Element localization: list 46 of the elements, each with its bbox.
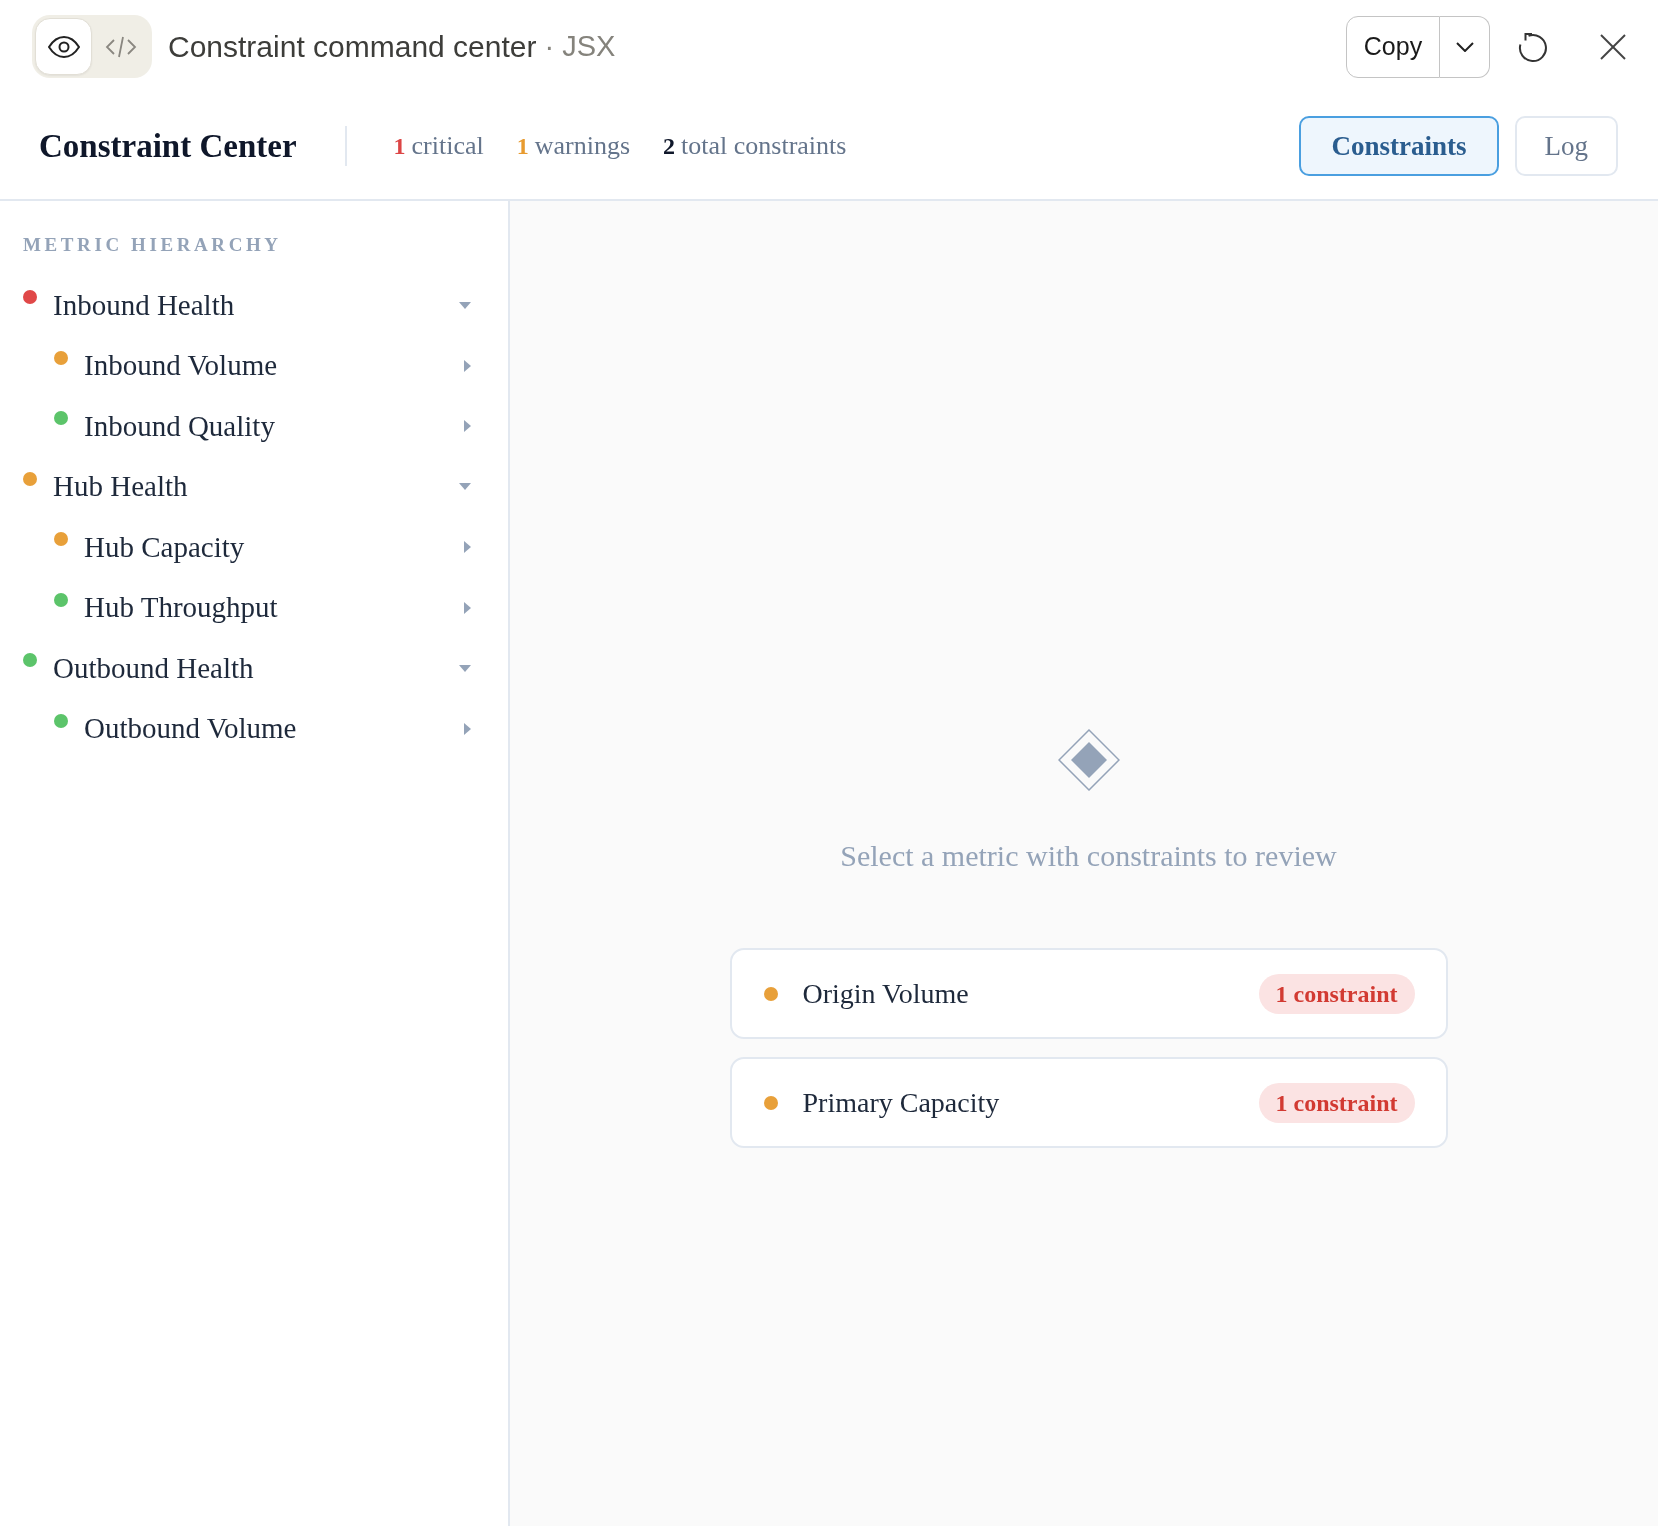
metric-card[interactable]: Primary Capacity 1 constraint <box>729 1057 1448 1148</box>
refresh-button[interactable] <box>1517 30 1549 63</box>
copy-menu-button[interactable] <box>1440 15 1490 78</box>
caret-right-icon[interactable] <box>464 420 471 433</box>
close-button[interactable] <box>1600 33 1626 60</box>
caret-right-icon[interactable] <box>464 359 471 372</box>
metric-card[interactable]: Origin Volume 1 constraint <box>729 948 1448 1039</box>
tree-item[interactable]: Hub Capacity <box>84 530 245 564</box>
stat-count: 1 <box>393 133 406 160</box>
stat-count: 1 <box>516 133 529 160</box>
metric-name: Origin Volume <box>802 977 969 1010</box>
copy-button[interactable]: Copy <box>1346 15 1440 78</box>
tree-item[interactable]: Hub Health <box>53 470 188 504</box>
refresh-icon <box>1517 30 1549 63</box>
constraint-badge: 1 constraint <box>1258 973 1415 1014</box>
tree-item[interactable]: Outbound Health <box>53 651 254 685</box>
page-title: Constraint Center <box>39 127 297 165</box>
caret-down-icon[interactable] <box>459 301 471 309</box>
caret-icon <box>1455 41 1474 52</box>
caret-right-icon[interactable] <box>464 541 471 554</box>
code-icon <box>104 35 137 58</box>
diamond-icon <box>1057 729 1120 791</box>
stat-count: 2 <box>663 133 676 160</box>
tree-item[interactable]: Inbound Volume <box>84 349 278 383</box>
tab[interactable]: Log <box>1514 116 1618 176</box>
caret-right-icon[interactable] <box>464 601 471 614</box>
caret-right-icon[interactable] <box>464 722 471 735</box>
metric-name: Primary Capacity <box>802 1086 1000 1119</box>
section-heading: METRIC HIERARCHY <box>23 235 283 255</box>
window-title: Constraint command center <box>168 29 537 64</box>
window-subtitle: · JSX <box>544 30 616 63</box>
stat-label: total constraints <box>681 131 847 161</box>
preview-toggle[interactable] <box>35 18 92 75</box>
tree-item[interactable]: Outbound Volume <box>84 712 297 746</box>
tab[interactable]: Constraints <box>1299 116 1499 176</box>
stat-label: critical <box>411 131 484 161</box>
empty-state-message: Select a metric with constraints to review <box>840 840 1337 872</box>
eye-icon <box>47 35 80 58</box>
stat-label: warnings <box>534 131 631 161</box>
tree-item[interactable]: Inbound Health <box>53 288 235 322</box>
caret-down-icon[interactable] <box>459 664 471 672</box>
caret-down-icon[interactable] <box>459 483 471 491</box>
tree-item[interactable]: Hub Throughput <box>84 591 278 625</box>
close-icon <box>1600 33 1626 60</box>
tree-item[interactable]: Inbound Quality <box>84 409 275 443</box>
constraint-badge: 1 constraint <box>1258 1082 1415 1123</box>
